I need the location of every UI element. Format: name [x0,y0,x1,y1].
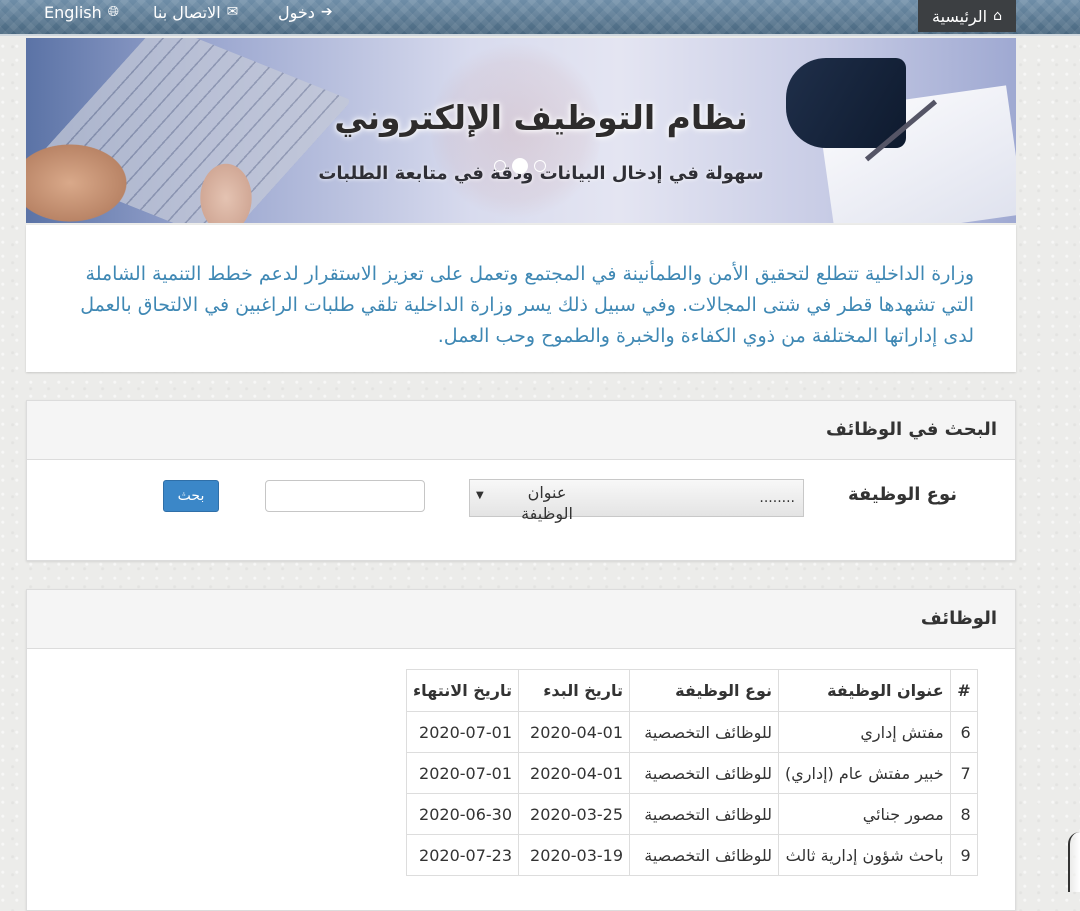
envelope-icon: ✉ [226,4,239,20]
cell-job-title[interactable]: مصور جنائي [778,793,951,835]
carousel-dot-active[interactable] [512,158,528,174]
top-navbar: English 🌐︎ الاتصال بنا ✉ دخول ➔ الرئيسية… [0,0,1080,36]
col-header-end: تاريخ الانتهاء [405,669,520,712]
table-row[interactable]: 9 باحث شؤون إدارية ثالث للوظائف التخصصية… [405,834,978,876]
cell-start-date: 2020-04-01 [518,711,631,753]
cell-start-date: 2020-03-25 [518,793,631,835]
cell-end-date: 2020-06-30 [405,793,520,835]
cell-start-date: 2020-03-19 [518,834,631,876]
search-input[interactable] [265,480,425,512]
col-header-type: نوع الوظيفة [629,669,780,712]
nav-login-link[interactable]: دخول ➔ [278,0,333,24]
search-panel: البحث في الوظائف نوع الوظيفة ........ عن… [26,400,1016,561]
banner-title: نظام التوظيف الإلكتروني [334,98,748,137]
job-type-label: نوع الوظيفة [848,484,957,505]
intro-panel: وزارة الداخلية تتطلع لتحقيق الأمن والطمأ… [26,225,1016,372]
nav-english-label: English [44,2,102,22]
cell-end-date: 2020-07-01 [405,711,520,753]
jobs-panel: الوظائف # عنوان الوظيفة نوع الوظيفة تاري… [26,589,1016,911]
cell-start-date: 2020-04-01 [518,752,631,794]
nav-home-label: الرئيسية [932,6,988,26]
col-header-title: عنوان الوظيفة [778,669,951,712]
select-placeholder: ........ [759,490,795,506]
col-header-number: # [949,669,978,712]
nav-login-label: دخول [278,2,315,22]
cell-number: 6 [949,711,978,753]
cell-number: 9 [949,834,978,876]
dropdown-arrow-icon: ▼ [476,490,484,501]
cell-job-type: للوظائف التخصصية [629,711,780,753]
cell-job-type: للوظائف التخصصية [629,834,780,876]
jobs-panel-header: الوظائف [27,590,1015,649]
jobs-table: # عنوان الوظيفة نوع الوظيفة تاريخ البدء … [405,669,978,876]
table-row[interactable]: 6 مفتش إداري للوظائف التخصصية 2020-04-01… [405,711,978,753]
cell-number: 8 [949,793,978,835]
search-button[interactable]: بحث [163,480,219,512]
table-row[interactable]: 8 مصور جنائي للوظائف التخصصية 2020-03-25… [405,793,978,835]
jobs-panel-title: الوظائف [920,608,997,629]
search-panel-header: البحث في الوظائف [27,401,1015,460]
nav-home-link[interactable]: الرئيسية ⌂ [918,0,1016,32]
nav-english-link[interactable]: English 🌐︎ [44,0,119,24]
globe-icon: 🌐︎ [107,4,119,20]
cell-job-title[interactable]: مفتش إداري [778,711,951,753]
nav-contact-link[interactable]: الاتصال بنا ✉ [153,0,238,24]
table-row[interactable]: 7 خبير مفتش عام (إداري) للوظائف التخصصية… [405,752,978,794]
col-header-start: تاريخ البدء [518,669,631,712]
cell-end-date: 2020-07-01 [405,752,520,794]
cell-job-type: للوظائف التخصصية [629,793,780,835]
carousel-dot[interactable] [494,160,506,172]
nav-contact-label: الاتصال بنا [153,2,221,22]
table-header-row: # عنوان الوظيفة نوع الوظيفة تاريخ البدء … [405,669,978,712]
cell-number: 7 [949,752,978,794]
cell-job-title[interactable]: خبير مفتش عام (إداري) [778,752,951,794]
cell-end-date: 2020-07-23 [405,834,520,876]
scroll-edge [1068,832,1080,892]
banner-carousel: نظام التوظيف الإلكتروني سهولة في إدخال ا… [26,38,1016,223]
intro-text: وزارة الداخلية تتطلع لتحقيق الأمن والطمأ… [80,263,974,347]
carousel-dot[interactable] [534,160,546,172]
sign-in-icon: ➔ [320,4,333,20]
search-panel-title: البحث في الوظائف [826,419,997,440]
carousel-indicators [494,158,546,174]
job-type-select[interactable]: ........ عنوان الوظيفة ▼ [469,479,804,523]
cell-job-title[interactable]: باحث شؤون إدارية ثالث [778,834,951,876]
home-icon: ⌂ [993,8,1002,24]
cell-job-type: للوظائف التخصصية [629,752,780,794]
select-option-job-title: عنوان الوظيفة [521,483,573,523]
